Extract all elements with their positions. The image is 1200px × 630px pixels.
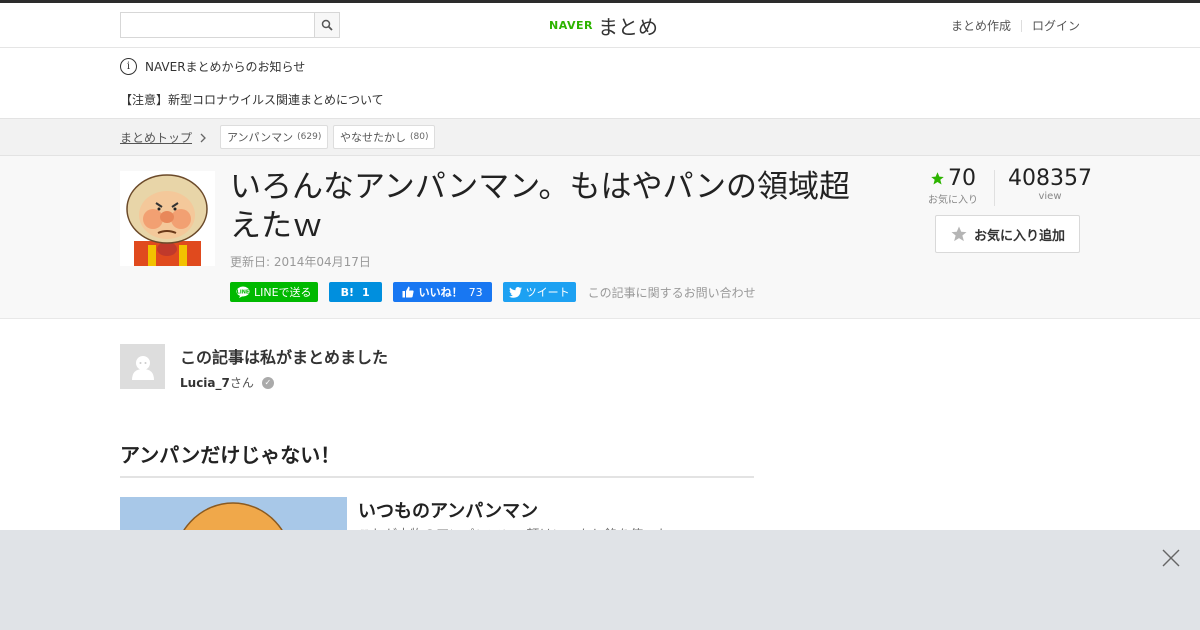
- stats-divider: [994, 170, 995, 206]
- tweet-label: ツイート: [525, 286, 570, 299]
- facebook-like-button[interactable]: いいね！ 73: [392, 282, 492, 302]
- info-icon: i: [120, 58, 137, 75]
- alert-notice-link[interactable]: 【注意】新型コロナウイルス関連まとめについて: [120, 91, 384, 108]
- thumbs-up-icon: [402, 286, 414, 298]
- search-icon: [321, 19, 333, 31]
- tag-count: (629): [297, 132, 322, 142]
- breadcrumb-top-link[interactable]: まとめトップ: [120, 129, 207, 146]
- line-icon: LINE: [236, 286, 250, 298]
- like-count: 73: [468, 285, 483, 299]
- avatar[interactable]: [120, 344, 165, 389]
- login-link[interactable]: ログイン: [1032, 17, 1080, 34]
- views-label: view: [1038, 191, 1062, 202]
- add-favorite-button[interactable]: お気に入り追加: [935, 215, 1080, 253]
- author-heading: この記事は私がまとめました: [180, 348, 389, 367]
- hatena-icon: B!: [340, 285, 354, 299]
- header-links: まとめ作成 ログイン: [951, 17, 1080, 34]
- line-share-button[interactable]: LINE LINEで送る: [230, 282, 318, 302]
- author-block: この記事は私がまとめました Lucia_7 さん ✓: [120, 344, 388, 390]
- header-link-divider: [1020, 19, 1022, 32]
- section-heading: アンパンだけじゃない！: [120, 439, 754, 478]
- favorites-count: 70: [948, 166, 976, 191]
- breadcrumb-top-label: まとめトップ: [120, 131, 193, 145]
- chevron-right-icon: [200, 133, 206, 142]
- like-label: いいね！: [418, 286, 463, 299]
- author-suffix: さん: [229, 376, 254, 390]
- info-notice[interactable]: i NAVERまとめからのお知らせ: [120, 58, 305, 75]
- contact-link[interactable]: この記事に関するお問い合わせ: [588, 284, 756, 301]
- favorites-label: お気に入り: [928, 195, 978, 206]
- star-icon: [931, 172, 944, 185]
- author-name[interactable]: Lucia_7 さん ✓: [180, 374, 274, 391]
- site-header: NAVER まとめ まとめ作成 ログイン: [0, 3, 1200, 48]
- hatena-bookmark-button[interactable]: B! 1: [328, 282, 382, 302]
- article-stats: 70 お気に入り 408357 view: [928, 166, 1092, 206]
- breadcrumb: まとめトップ アンパンマン (629) やなせたかし (80): [0, 118, 1200, 156]
- svg-text:LINE: LINE: [237, 290, 250, 296]
- tag-label: やなせたかし: [340, 131, 406, 144]
- article-header: いろんなアンパンマン。もはやパンの領域超えたｗ 更新日: 2014年04月17日…: [0, 156, 1200, 319]
- search-button[interactable]: [314, 13, 339, 37]
- logo-brand: NAVER: [549, 19, 593, 32]
- close-icon[interactable]: [1161, 548, 1181, 568]
- author-username: Lucia_7: [180, 375, 230, 390]
- item-title: いつものアンパンマン: [358, 501, 539, 522]
- tag-label: アンパンマン: [227, 131, 294, 144]
- updated-date: 更新日: 2014年04月17日: [230, 255, 371, 269]
- star-icon: [951, 226, 967, 242]
- views-count: 408357: [1008, 166, 1092, 191]
- tag-yanase-takashi[interactable]: やなせたかし (80): [333, 125, 436, 149]
- create-matome-link[interactable]: まとめ作成: [951, 17, 1011, 34]
- default-avatar-icon: [131, 355, 154, 380]
- article-title: いろんなアンパンマン。もはやパンの領域超えたｗ: [230, 169, 850, 244]
- search-box: [120, 12, 340, 38]
- search-input[interactable]: [121, 13, 314, 37]
- line-share-label: LINEで送る: [254, 286, 312, 299]
- favorites-stat: 70 お気に入り: [928, 166, 978, 206]
- tweet-button[interactable]: ツイート: [502, 282, 576, 302]
- tag-anpanman[interactable]: アンパンマン (629): [220, 125, 329, 149]
- share-bar: LINE LINEで送る B! 1 いいね！ 73 ツイート この記事に関するお…: [230, 282, 756, 302]
- add-favorite-label: お気に入り追加: [973, 228, 1065, 244]
- verified-icon: ✓: [261, 376, 274, 389]
- hatena-count: 1: [361, 285, 370, 299]
- info-notice-text: NAVERまとめからのお知らせ: [145, 60, 306, 74]
- tag-count: (80): [410, 132, 429, 142]
- thumbnail-image: [120, 171, 215, 266]
- site-logo[interactable]: NAVER まとめ: [549, 11, 658, 40]
- ad-overlay: [0, 530, 1200, 630]
- article-thumbnail[interactable]: [120, 171, 215, 266]
- views-stat: 408357 view: [1008, 166, 1092, 206]
- logo-text: まとめ: [597, 15, 658, 39]
- twitter-icon: [508, 286, 522, 298]
